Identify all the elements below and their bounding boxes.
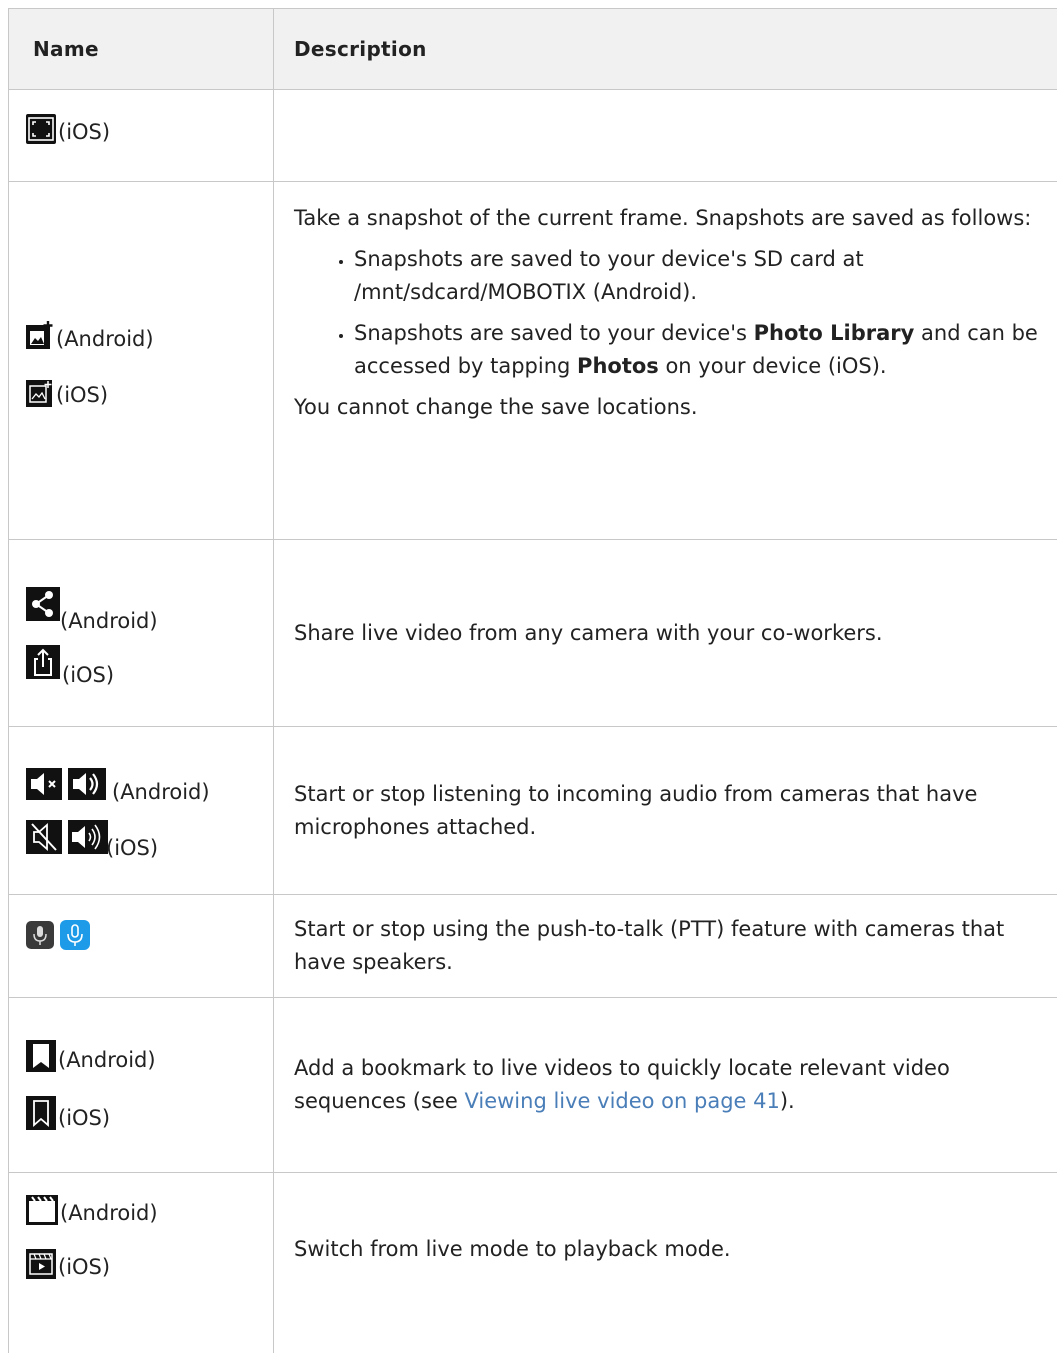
- microphone-icon: [26, 921, 54, 949]
- table-header-row: Name Description: [9, 9, 1057, 90]
- table-row: (Android) (iOS) Start or stop listening …: [9, 727, 1057, 895]
- platform-label: (iOS): [58, 1255, 111, 1279]
- platform-label: (iOS): [62, 663, 115, 687]
- platform-label: (iOS): [58, 1106, 111, 1130]
- playback-icon: [26, 1249, 56, 1279]
- description-text: You cannot change the save locations.: [294, 395, 698, 419]
- table-row: (Android) (iOS) Take a snapshot of the c…: [9, 182, 1057, 540]
- platform-label: (Android): [112, 779, 210, 804]
- platform-label: (Android): [58, 1048, 156, 1072]
- platform-label: (iOS): [56, 382, 109, 407]
- header-description: Description: [294, 37, 427, 61]
- description-text: Add a bookmark to live videos to quickly…: [294, 1056, 950, 1113]
- speaker-on-icon: [68, 767, 106, 800]
- description-text: Start or stop using the push-to-talk (PT…: [294, 917, 1005, 974]
- platform-label: (Android): [60, 1201, 158, 1225]
- description-text: Take a snapshot of the current frame. Sn…: [294, 206, 1032, 230]
- description-text: Share live video from any camera with yo…: [294, 620, 883, 645]
- microphone-active-icon: [60, 920, 90, 950]
- description-text: Start or stop listening to incoming audi…: [294, 781, 978, 839]
- header-name: Name: [9, 9, 274, 89]
- table-row: (iOS): [9, 90, 1057, 182]
- table-row: Start or stop using the push-to-talk (PT…: [9, 895, 1057, 998]
- bookmark-outline-icon: [26, 1096, 56, 1130]
- platform-label: (Android): [60, 609, 158, 633]
- save-location-list: Snapshots are saved to your device's SD …: [294, 243, 1047, 383]
- platform-label: (iOS): [106, 835, 159, 860]
- add-photo-icon: [26, 320, 54, 351]
- platform-label: (Android): [56, 326, 154, 351]
- share-upload-icon: [26, 645, 60, 679]
- share-icon: [26, 587, 60, 621]
- bookmark-filled-icon: [26, 1040, 56, 1072]
- viewing-live-video-link[interactable]: Viewing live video on page 41: [464, 1089, 779, 1113]
- table-row: (Android) (iOS) Share live video from an…: [9, 540, 1057, 727]
- table-row: (Android) (iOS) Add a bookmark to live v…: [9, 998, 1057, 1173]
- table-row: (Android) (iOS) Switch from live mode to…: [9, 1173, 1057, 1353]
- speaker-mute-icon: [26, 767, 62, 800]
- speaker-off-icon: [26, 819, 62, 854]
- list-item: Snapshots are saved to your device's Pho…: [354, 317, 1047, 383]
- description-text: Switch from live mode to playback mode.: [294, 1237, 731, 1261]
- speaker-loud-icon: [68, 819, 108, 854]
- add-photo-outline-icon: [26, 377, 54, 407]
- list-item: Snapshots are saved to your device's SD …: [354, 243, 1047, 309]
- controls-table: Name Description (iOS) (Android) (iOS) T…: [8, 8, 1057, 1353]
- clapperboard-icon: [26, 1195, 58, 1225]
- fullscreen-icon: [26, 114, 56, 144]
- platform-label: (iOS): [58, 120, 111, 144]
